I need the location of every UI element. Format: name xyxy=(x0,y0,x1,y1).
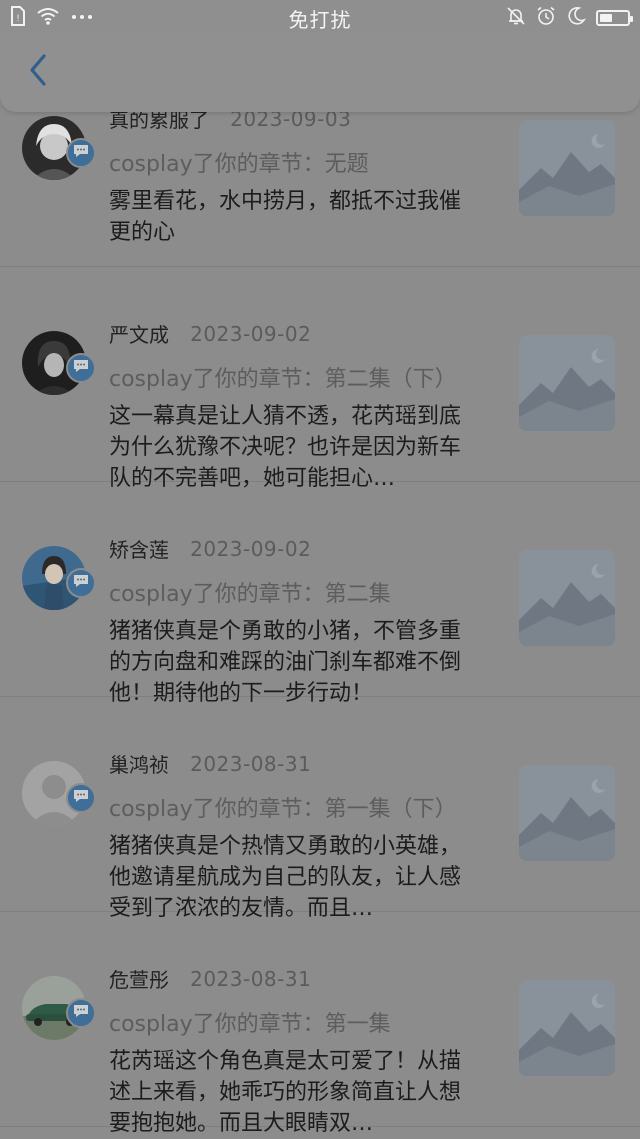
chapter-thumbnail[interactable] xyxy=(519,335,615,431)
battery-icon xyxy=(596,10,633,26)
list-item[interactable]: 巢鸿祯 2023-08-31 cosplay了你的章节：第一集（下） 猪猪侠真是… xyxy=(0,697,640,921)
comment-text: 花芮瑶这个角色真是太可爱了！从描述上来看，她乖巧的形象简直让人想要抱抱她。而且大… xyxy=(109,1049,462,1136)
comment-badge xyxy=(66,353,96,383)
chat-bubble-icon xyxy=(72,358,90,378)
comment-text: 猪猪侠真是个热情又勇敢的小英雄，他邀请星航成为自己的队友，让人感受到了浓浓的友情… xyxy=(109,834,462,921)
alarm-icon xyxy=(536,6,556,30)
status-bar: ! 免打扰 xyxy=(0,0,640,34)
chapter-thumbnail[interactable] xyxy=(519,765,615,861)
chat-bubble-icon xyxy=(72,788,90,808)
item-meta: 巢鸿祯 2023-08-31 xyxy=(109,749,500,789)
action-text: cosplay了你的章节：第一集 xyxy=(109,1012,391,1037)
comment-text: 这一幕真是让人猜不透，花芮瑶到底为什么犹豫不决呢？也许是因为新车队的不完善吧，她… xyxy=(109,404,462,491)
timestamp: 2023-09-02 xyxy=(190,321,312,346)
list-item[interactable]: 矫含莲 2023-09-02 cosplay了你的章节：第二集 猪猪侠真是个勇敢… xyxy=(0,482,640,706)
chevron-left-icon xyxy=(26,52,50,92)
item-meta: 严文成 2023-09-02 xyxy=(109,319,500,359)
timestamp: 2023-09-02 xyxy=(190,536,312,561)
item-meta: 矫含莲 2023-09-02 xyxy=(109,534,500,574)
notification-list: 真的累服了 2023-09-03 cosplay了你的章节：无题 雾里看花，水中… xyxy=(0,52,640,1136)
timestamp: 2023-08-31 xyxy=(190,751,312,776)
comment-text: 猪猪侠真是个勇敢的小猪，不管多重的方向盘和难踩的油门刹车都难不倒他！期待他的下一… xyxy=(109,619,462,706)
user-name[interactable]: 矫含莲 xyxy=(109,538,169,562)
user-name[interactable]: 危萱彤 xyxy=(109,968,169,992)
timestamp: 2023-08-31 xyxy=(190,966,312,991)
back-button[interactable] xyxy=(18,52,58,92)
moon-icon xyxy=(566,6,586,30)
action-text: cosplay了你的章节：第一集（下） xyxy=(109,797,457,822)
comment-text: 雾里看花，水中捞月，都抵不过我催更的心 xyxy=(109,189,462,245)
item-meta: 危萱彤 2023-08-31 xyxy=(109,964,500,1004)
comment-badge xyxy=(66,998,96,1028)
chat-bubble-icon xyxy=(72,1003,90,1023)
action-text: cosplay了你的章节：无题 xyxy=(109,152,369,177)
comment-badge xyxy=(66,138,96,168)
user-name[interactable]: 严文成 xyxy=(109,323,169,347)
header xyxy=(0,34,640,112)
chapter-thumbnail[interactable] xyxy=(519,120,615,216)
chapter-thumbnail[interactable] xyxy=(519,980,615,1076)
notification-mute-icon xyxy=(506,6,526,30)
list-item[interactable]: 危萱彤 2023-08-31 cosplay了你的章节：第一集 花芮瑶这个角色真… xyxy=(0,912,640,1136)
action-text: cosplay了你的章节：第二集 xyxy=(109,582,391,607)
user-name[interactable]: 巢鸿祯 xyxy=(109,753,169,777)
chat-bubble-icon xyxy=(72,573,90,593)
chapter-thumbnail[interactable] xyxy=(519,550,615,646)
comment-badge xyxy=(66,568,96,598)
comment-badge xyxy=(66,783,96,813)
list-item[interactable]: 严文成 2023-09-02 cosplay了你的章节：第二集（下） 这一幕真是… xyxy=(0,267,640,491)
chat-bubble-icon xyxy=(72,143,90,163)
action-text: cosplay了你的章节：第二集（下） xyxy=(109,367,457,392)
status-right-icons xyxy=(506,6,633,30)
battery-level xyxy=(600,14,612,22)
